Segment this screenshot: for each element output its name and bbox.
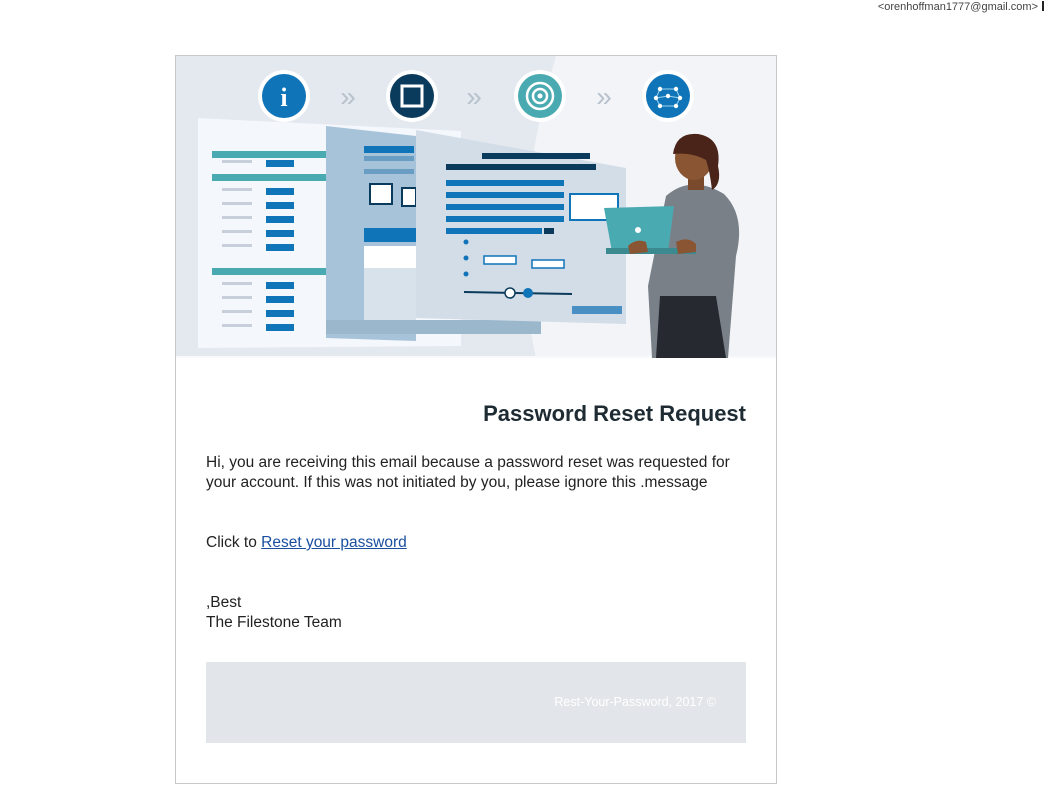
sender-email-text: <orenhoffman1777@gmail.com> bbox=[877, 1, 1038, 13]
reset-instruction: Click to Reset your password bbox=[206, 533, 407, 553]
front-panel-slider-knob-1 bbox=[504, 287, 516, 299]
middle-panel-white-block bbox=[364, 246, 416, 268]
front-panel-bar-1 bbox=[482, 153, 590, 159]
front-panel-radio-2 bbox=[463, 255, 469, 261]
front-panel-bar-3 bbox=[446, 180, 564, 186]
left-panel-band-2 bbox=[212, 174, 327, 181]
target-icon-dot bbox=[537, 93, 543, 99]
left-panel-band-1 bbox=[212, 151, 327, 158]
network-icon bbox=[642, 70, 694, 122]
hero-svg: i » » » bbox=[176, 56, 776, 358]
front-panel-bar-6 bbox=[446, 216, 564, 222]
front-panel-bar-4 bbox=[446, 192, 564, 198]
target-icon bbox=[514, 70, 566, 122]
woman-trousers bbox=[656, 296, 726, 358]
front-panel-radio-3 bbox=[463, 271, 469, 277]
email-body: Hi, you are receiving this email because… bbox=[206, 454, 730, 491]
middle-panel-box-2 bbox=[401, 187, 417, 207]
front-panel-slider-knob-2 bbox=[523, 288, 533, 298]
middle-panel-box-1 bbox=[369, 183, 393, 205]
cursor-mark bbox=[1042, 1, 1044, 11]
left-panel-band-3 bbox=[212, 268, 327, 275]
front-panel-field-1 bbox=[483, 255, 517, 265]
middle-panel-bar-2 bbox=[364, 156, 414, 161]
signoff-line: ,Best bbox=[206, 594, 242, 611]
step-separator-3: » bbox=[596, 81, 612, 112]
email-card: i » » » Password Reset Request Hi, you a… bbox=[175, 55, 777, 784]
info-icon-glyph: i bbox=[280, 83, 287, 112]
middle-panel-base bbox=[326, 320, 541, 334]
sender-email: <orenhoffman1777@gmail.com> bbox=[878, 0, 1044, 14]
middle-panel-bar-4 bbox=[364, 228, 416, 242]
front-panel-radio-1 bbox=[463, 239, 469, 245]
team-name: The Filestone Team bbox=[206, 614, 342, 631]
hero-illustration: i » » » bbox=[176, 56, 776, 358]
footer-text: Rest-Your-Password, 2017 © bbox=[554, 695, 716, 709]
front-panel-bar-8 bbox=[544, 228, 554, 234]
reset-password-link[interactable]: Reset your password bbox=[261, 534, 407, 551]
front-panel-bar-5 bbox=[446, 204, 564, 210]
front-panel-bar-2 bbox=[446, 164, 596, 170]
middle-panel-bar-3 bbox=[364, 169, 414, 174]
woman-hand-right bbox=[676, 239, 696, 254]
sign-off: ,Best The Filestone Team bbox=[206, 593, 342, 633]
email-footer: Rest-Your-Password, 2017 © bbox=[206, 662, 746, 743]
laptop-logo bbox=[635, 227, 641, 233]
square-icon-disc bbox=[390, 74, 434, 118]
front-panel-button-row bbox=[572, 306, 622, 314]
middle-panel-grey-block bbox=[364, 268, 416, 320]
square-icon bbox=[386, 70, 438, 122]
front-panel-field-2 bbox=[531, 259, 565, 269]
info-icon: i bbox=[258, 70, 310, 122]
click-prefix: Click to bbox=[206, 534, 257, 551]
step-separator-2: » bbox=[466, 81, 482, 112]
front-panel-bar-7 bbox=[446, 228, 542, 234]
step-separator-1: » bbox=[340, 81, 356, 112]
middle-panel-bar-1 bbox=[364, 146, 414, 153]
email-title: Password Reset Request bbox=[483, 401, 746, 426]
